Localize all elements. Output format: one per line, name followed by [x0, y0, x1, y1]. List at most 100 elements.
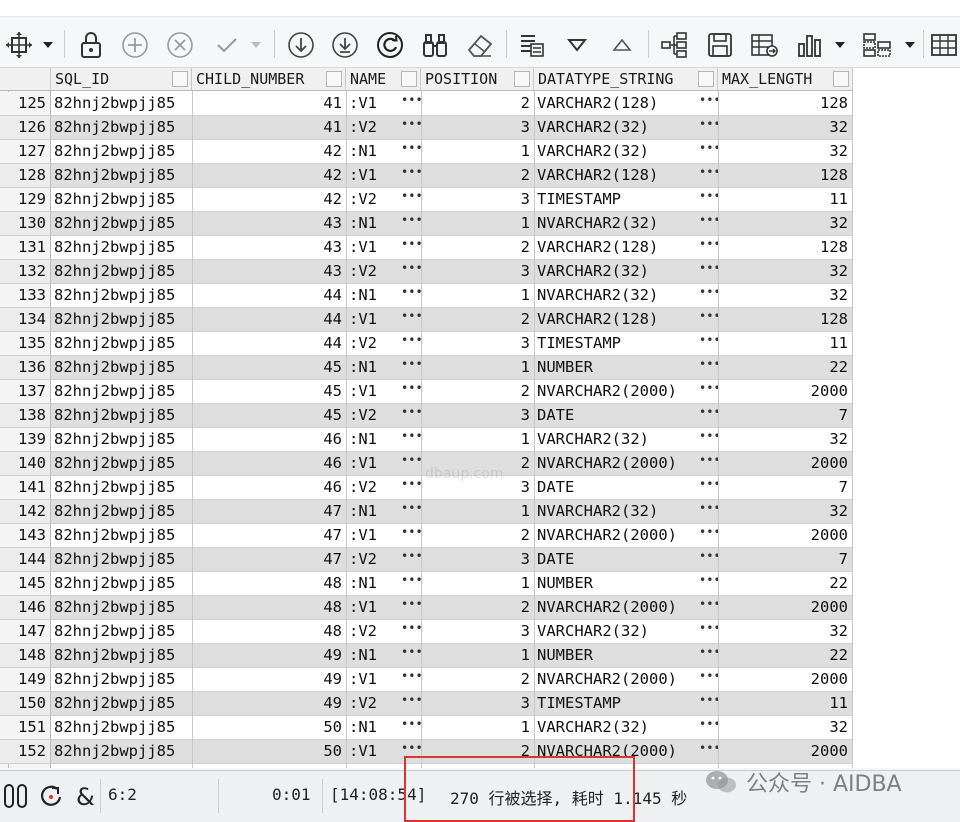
cell-sql-id[interactable]: 82hnj2bwpjj85: [51, 740, 192, 763]
cell-datatype-string[interactable]: NUMBER: [534, 356, 718, 379]
lock-icon[interactable]: [74, 28, 108, 62]
cell-ellipsis-button[interactable]: •••: [699, 668, 721, 691]
row-number[interactable]: 131: [0, 236, 51, 259]
cell-max-length[interactable]: 22: [718, 644, 852, 667]
cell-ellipsis-button[interactable]: •••: [401, 140, 423, 163]
cell-position[interactable]: 3: [421, 116, 534, 139]
filter-down-icon[interactable]: [561, 28, 593, 62]
cell-sql-id[interactable]: 82hnj2bwpjj85: [51, 428, 192, 451]
column-filter-button[interactable]: [514, 71, 530, 87]
row-number[interactable]: 151: [0, 716, 51, 739]
table-row[interactable]: 151 82hnj2bwpjj85 50:N1 1 VARCHAR2(32) 32 ••• •…: [0, 716, 852, 740]
table-row[interactable]: 125 82hnj2bwpjj85 41:V1 2 VARCHAR2(128) 128 ••…: [0, 92, 852, 116]
column-header-datatype-string[interactable]: DATATYPE_STRING: [534, 68, 718, 91]
cell-ellipsis-button[interactable]: •••: [401, 524, 423, 547]
save-icon[interactable]: [702, 28, 738, 62]
cell-max-length[interactable]: 32: [718, 260, 852, 283]
cell-max-length[interactable]: 32: [718, 212, 852, 235]
table-row[interactable]: 148 82hnj2bwpjj85 49:N1 1 NUMBER 22 ••• •••: [0, 644, 852, 668]
cell-datatype-string[interactable]: VARCHAR2(32): [534, 140, 718, 163]
row-number[interactable]: 138: [0, 404, 51, 427]
row-number[interactable]: 130: [0, 212, 51, 235]
cell-datatype-string[interactable]: VARCHAR2(128): [534, 308, 718, 331]
cell-sql-id[interactable]: 82hnj2bwpjj85: [51, 356, 192, 379]
cell-ellipsis-button[interactable]: •••: [699, 692, 721, 715]
table-row[interactable]: 127 82hnj2bwpjj85 42:N1 1 VARCHAR2(32) 32 ••• •…: [0, 140, 852, 164]
cell-sql-id[interactable]: 82hnj2bwpjj85: [51, 260, 192, 283]
cell-position[interactable]: 1: [421, 284, 534, 307]
cell-child-number[interactable]: 44: [192, 284, 346, 307]
cell-ellipsis-button[interactable]: •••: [699, 140, 721, 163]
ampersand-icon[interactable]: &: [74, 783, 98, 813]
cell-max-length[interactable]: 11: [718, 332, 852, 355]
cell-ellipsis-button[interactable]: •••: [699, 260, 721, 283]
table-row[interactable]: 136 82hnj2bwpjj85 45:N1 1 NUMBER 22 ••• •••: [0, 356, 852, 380]
cell-ellipsis-button[interactable]: •••: [401, 716, 423, 739]
cell-ellipsis-button[interactable]: •••: [401, 644, 423, 667]
cell-position[interactable]: 1: [421, 716, 534, 739]
row-number[interactable]: 148: [0, 644, 51, 667]
cell-datatype-string[interactable]: TIMESTAMP: [534, 332, 718, 355]
cell-ellipsis-button[interactable]: •••: [401, 620, 423, 643]
table-row[interactable]: 149 82hnj2bwpjj85 49:V1 2 NVARCHAR2(2000) 200…: [0, 668, 852, 692]
row-number[interactable]: 146: [0, 596, 51, 619]
cell-sql-id[interactable]: 82hnj2bwpjj85: [51, 452, 192, 475]
cell-datatype-string[interactable]: VARCHAR2(32): [534, 428, 718, 451]
cell-ellipsis-button[interactable]: •••: [699, 572, 721, 595]
cell-child-number[interactable]: 48: [192, 596, 346, 619]
cell-max-length[interactable]: 32: [718, 620, 852, 643]
cell-child-number[interactable]: 47: [192, 524, 346, 547]
cell-ellipsis-button[interactable]: •••: [401, 356, 423, 379]
cell-child-number[interactable]: 46: [192, 476, 346, 499]
cell-sql-id[interactable]: 82hnj2bwpjj85: [51, 164, 192, 187]
cell-child-number[interactable]: 43: [192, 260, 346, 283]
cell-sql-id[interactable]: 82hnj2bwpjj85: [51, 716, 192, 739]
column-header-name[interactable]: NAME: [346, 68, 421, 91]
cell-ellipsis-button[interactable]: •••: [401, 380, 423, 403]
cell-ellipsis-button[interactable]: •••: [699, 164, 721, 187]
cell-child-number[interactable]: 48: [192, 620, 346, 643]
column-filter-button[interactable]: [698, 71, 714, 87]
cell-sql-id[interactable]: 82hnj2bwpjj85: [51, 692, 192, 715]
cell-child-number[interactable]: 46: [192, 452, 346, 475]
cell-ellipsis-button[interactable]: •••: [699, 404, 721, 427]
export-icon[interactable]: [514, 28, 550, 62]
cell-max-length[interactable]: 2000: [718, 596, 852, 619]
cell-ellipsis-button[interactable]: •••: [401, 212, 423, 235]
cell-ellipsis-button[interactable]: •••: [401, 92, 423, 115]
cell-position[interactable]: 1: [421, 572, 534, 595]
cell-ellipsis-button[interactable]: •••: [699, 644, 721, 667]
layout-icon[interactable]: [858, 28, 896, 62]
cancel-icon[interactable]: [163, 28, 197, 62]
row-number[interactable]: 142: [0, 500, 51, 523]
cell-sql-id[interactable]: 82hnj2bwpjj85: [51, 524, 192, 547]
cell-ellipsis-button[interactable]: •••: [699, 428, 721, 451]
cell-sql-id[interactable]: 82hnj2bwpjj85: [51, 668, 192, 691]
cell-sql-id[interactable]: 82hnj2bwpjj85: [51, 644, 192, 667]
cell-datatype-string[interactable]: NUMBER: [534, 572, 718, 595]
table-row[interactable]: 132 82hnj2bwpjj85 43:V2 3 VARCHAR2(32) 32 ••• •…: [0, 260, 852, 284]
cell-position[interactable]: 3: [421, 332, 534, 355]
cell-position[interactable]: 3: [421, 620, 534, 643]
cell-ellipsis-button[interactable]: •••: [699, 284, 721, 307]
cell-ellipsis-button[interactable]: •••: [699, 116, 721, 139]
cell-ellipsis-button[interactable]: •••: [401, 452, 423, 475]
column-filter-button[interactable]: [401, 71, 417, 87]
cell-max-length[interactable]: 11: [718, 188, 852, 211]
row-number[interactable]: 141: [0, 476, 51, 499]
cell-ellipsis-button[interactable]: •••: [401, 428, 423, 451]
row-number[interactable]: 129: [0, 188, 51, 211]
cell-datatype-string[interactable]: VARCHAR2(32): [534, 116, 718, 139]
table-row[interactable]: 126 82hnj2bwpjj85 41:V2 3 VARCHAR2(32) 32 ••• •…: [0, 116, 852, 140]
cell-position[interactable]: 1: [421, 500, 534, 523]
cell-sql-id[interactable]: 82hnj2bwpjj85: [51, 620, 192, 643]
cell-datatype-string[interactable]: VARCHAR2(32): [534, 260, 718, 283]
cell-datatype-string[interactable]: VARCHAR2(128): [534, 236, 718, 259]
row-number[interactable]: 149: [0, 668, 51, 691]
row-number[interactable]: 132: [0, 260, 51, 283]
cell-sql-id[interactable]: 82hnj2bwpjj85: [51, 380, 192, 403]
binoculars-icon[interactable]: [418, 28, 452, 62]
cell-sql-id[interactable]: 82hnj2bwpjj85: [51, 284, 192, 307]
cell-child-number[interactable]: 50: [192, 716, 346, 739]
chart-dropdown-chevron-icon[interactable]: [830, 28, 850, 62]
